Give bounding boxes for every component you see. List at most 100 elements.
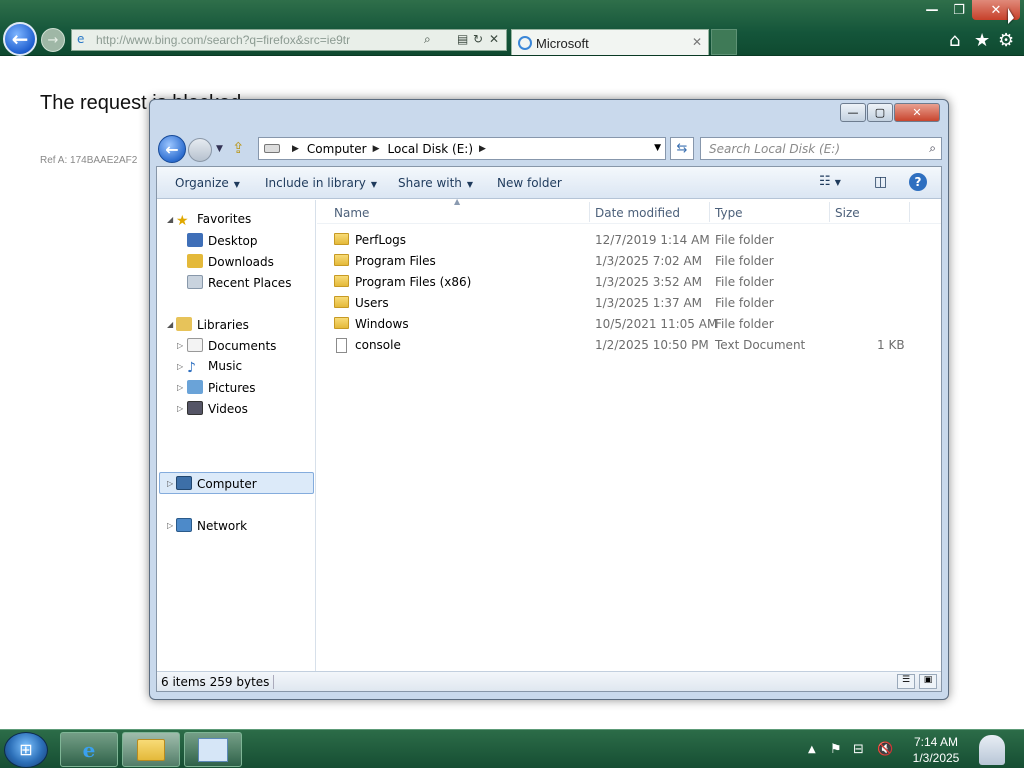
browser-minimize-button[interactable]: — bbox=[918, 0, 946, 20]
explorer-minimize-button[interactable]: — bbox=[840, 103, 866, 122]
forward-button[interactable]: → bbox=[41, 28, 65, 52]
column-divider[interactable] bbox=[589, 202, 590, 222]
breadcrumb-separator-icon[interactable]: ▶ bbox=[479, 144, 486, 154]
breadcrumb-separator-icon[interactable]: ▶ bbox=[292, 144, 299, 154]
new-folder-button[interactable]: New folder bbox=[497, 176, 562, 190]
computer-icon bbox=[176, 476, 192, 490]
file-row-windows[interactable]: Windows 10/5/2021 11:05 AM File folder bbox=[317, 314, 941, 335]
address-url[interactable]: http://www.bing.com/search?q=firefox&src… bbox=[96, 33, 350, 47]
column-headers: Name ▲ Date modified Type Size bbox=[317, 197, 941, 224]
nav-downloads[interactable]: Downloads bbox=[187, 254, 274, 269]
breadcrumb-computer[interactable]: Computer bbox=[307, 142, 367, 156]
file-row-console[interactable]: console 1/2/2025 10:50 PM Text Document … bbox=[317, 335, 941, 356]
explorer-refresh-button[interactable]: ⇆ bbox=[670, 137, 694, 160]
tools-gear-icon[interactable]: ⚙ bbox=[998, 30, 1014, 51]
nav-desktop[interactable]: Desktop bbox=[187, 233, 258, 248]
column-divider[interactable] bbox=[709, 202, 710, 222]
ie-page-icon: e bbox=[77, 32, 85, 46]
favorites-star-icon[interactable]: ★ bbox=[974, 30, 990, 51]
tab-close-icon[interactable]: ✕ bbox=[692, 35, 702, 49]
expand-arrow-icon[interactable]: ◢ bbox=[167, 215, 173, 224]
file-date: 1/2/2025 10:50 PM bbox=[595, 338, 709, 352]
explorer-search-input[interactable]: Search Local Disk (E:) ⌕ bbox=[700, 137, 942, 160]
breadcrumb-local-disk[interactable]: Local Disk (E:) bbox=[388, 142, 474, 156]
collapse-arrow-icon[interactable]: ▷ bbox=[177, 341, 183, 350]
explorer-forward-button[interactable] bbox=[188, 138, 212, 162]
nav-documents[interactable]: Documents bbox=[187, 338, 276, 353]
taskbar: ⊞ e ▲ ⚑ ⊟ 🔇 7:14 AM 1/3/2025 bbox=[0, 729, 1024, 768]
nav-recent-places-label: Recent Places bbox=[208, 276, 292, 290]
collapse-arrow-icon[interactable]: ▷ bbox=[177, 383, 183, 392]
column-size[interactable]: Size bbox=[835, 206, 860, 220]
file-row-program-files[interactable]: Program Files 1/3/2025 7:02 AM File fold… bbox=[317, 251, 941, 272]
music-note-icon: ♪ bbox=[187, 360, 196, 376]
close-icon: ✕ bbox=[912, 106, 922, 119]
nav-music-label: Music bbox=[208, 359, 243, 373]
nav-videos[interactable]: Videos bbox=[187, 401, 248, 416]
refresh-icon: ⇆ bbox=[676, 141, 688, 156]
collapse-arrow-icon[interactable]: ▷ bbox=[167, 479, 173, 488]
show-desktop-button[interactable] bbox=[972, 732, 1012, 767]
compat-view-icon[interactable]: ▤ bbox=[457, 32, 468, 46]
refresh-icon[interactable]: ↻ bbox=[473, 32, 483, 46]
file-row-perflogs[interactable]: PerfLogs 12/7/2019 1:14 AM File folder bbox=[317, 230, 941, 251]
recent-locations-dropdown-icon[interactable]: ▼ bbox=[216, 144, 223, 154]
folder-icon bbox=[334, 233, 349, 245]
change-view-icon[interactable]: ☷ ▼ bbox=[819, 174, 841, 189]
share-with-button[interactable]: Share with ▼ bbox=[398, 176, 473, 190]
explorer-back-button[interactable]: ← bbox=[158, 135, 186, 163]
nav-libraries[interactable]: Libraries bbox=[176, 317, 249, 332]
explorer-close-button[interactable]: ✕ bbox=[894, 103, 940, 122]
nav-network[interactable]: Network bbox=[176, 518, 247, 533]
search-icon[interactable]: ⌕ bbox=[424, 32, 431, 47]
column-date-modified[interactable]: Date modified bbox=[595, 206, 680, 220]
browser-restore-button[interactable]: ❐ bbox=[946, 0, 972, 20]
organize-button[interactable]: Organize ▼ bbox=[175, 176, 240, 190]
text-file-icon bbox=[336, 338, 347, 353]
up-folder-icon[interactable]: ⇪ bbox=[232, 139, 245, 157]
address-dropdown-icon[interactable]: ▼ bbox=[654, 143, 661, 153]
network-icon[interactable]: ⊟ bbox=[853, 742, 864, 757]
details-view-icon[interactable]: ☰ bbox=[897, 674, 915, 689]
organize-label: Organize bbox=[175, 176, 229, 190]
nav-computer[interactable]: Computer bbox=[176, 476, 257, 491]
back-button[interactable]: ← bbox=[3, 22, 37, 56]
taskbar-internet-explorer[interactable]: e bbox=[60, 732, 118, 767]
home-icon[interactable]: ⌂ bbox=[949, 30, 960, 51]
action-center-flag-icon[interactable]: ⚑ bbox=[830, 742, 842, 757]
tab-microsoft[interactable]: Microsoft ✕ bbox=[511, 29, 709, 55]
libraries-icon bbox=[176, 317, 192, 331]
file-row-users[interactable]: Users 1/3/2025 1:37 AM File folder bbox=[317, 293, 941, 314]
column-divider[interactable] bbox=[909, 202, 910, 222]
breadcrumb-separator-icon[interactable]: ▶ bbox=[373, 144, 380, 154]
explorer-address-bar[interactable]: ▶ Computer ▶ Local Disk (E:) ▶ ▼ bbox=[258, 137, 666, 160]
new-tab-button[interactable] bbox=[711, 29, 737, 55]
status-bar: 6 items 259 bytes ☰ ▣ bbox=[157, 671, 941, 691]
nav-recent-places[interactable]: Recent Places bbox=[187, 275, 291, 290]
nav-music[interactable]: ♪ Music bbox=[187, 359, 242, 375]
nav-favorites[interactable]: ★ Favorites bbox=[176, 212, 251, 228]
volume-muted-icon[interactable]: 🔇 bbox=[877, 742, 893, 757]
stop-icon[interactable]: ✕ bbox=[489, 32, 499, 46]
column-type[interactable]: Type bbox=[715, 206, 743, 220]
expand-arrow-icon[interactable]: ◢ bbox=[167, 320, 173, 329]
collapse-arrow-icon[interactable]: ▷ bbox=[177, 404, 183, 413]
address-bar[interactable]: e http://www.bing.com/search?q=firefox&s… bbox=[71, 29, 507, 51]
help-icon[interactable]: ? bbox=[909, 173, 927, 191]
explorer-maximize-button[interactable]: ▢ bbox=[867, 103, 893, 122]
nav-pictures[interactable]: Pictures bbox=[187, 380, 256, 395]
collapse-arrow-icon[interactable]: ▷ bbox=[177, 362, 183, 371]
start-button[interactable]: ⊞ bbox=[4, 732, 48, 768]
file-row-program-files-x86[interactable]: Program Files (x86) 1/3/2025 3:52 AM Fil… bbox=[317, 272, 941, 293]
show-hidden-icons-icon[interactable]: ▲ bbox=[808, 744, 816, 755]
preview-pane-icon[interactable]: ◫ bbox=[874, 174, 887, 190]
taskbar-control-panel[interactable] bbox=[184, 732, 242, 767]
large-icons-view-icon[interactable]: ▣ bbox=[919, 674, 937, 689]
clock[interactable]: 7:14 AM 1/3/2025 bbox=[905, 734, 967, 766]
collapse-arrow-icon[interactable]: ▷ bbox=[167, 521, 173, 530]
include-in-library-button[interactable]: Include in library ▼ bbox=[265, 176, 377, 190]
taskbar-windows-explorer[interactable] bbox=[122, 732, 180, 767]
search-icon[interactable]: ⌕ bbox=[929, 141, 936, 156]
column-divider[interactable] bbox=[829, 202, 830, 222]
column-name[interactable]: Name bbox=[334, 206, 369, 220]
